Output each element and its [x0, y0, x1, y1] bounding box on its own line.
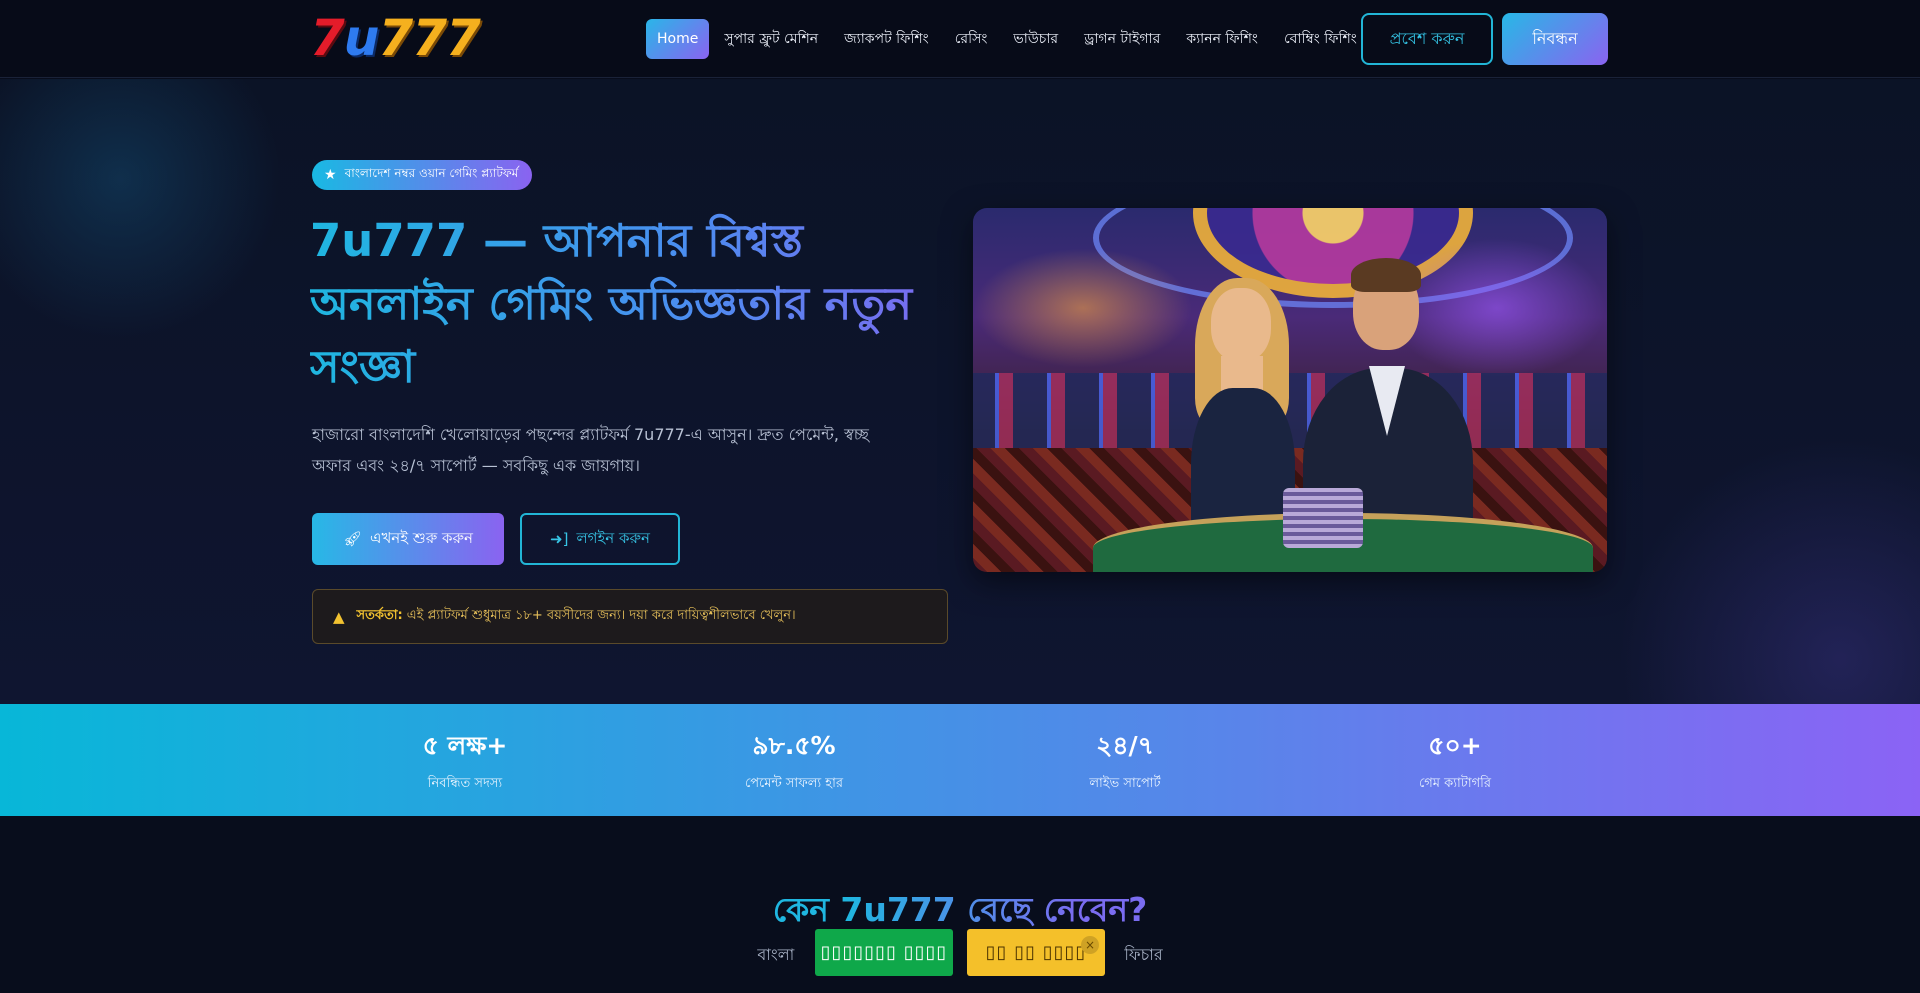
site-logo[interactable]: 7u777: [310, 9, 481, 67]
why-subtitle-right: ফিচার: [1124, 945, 1163, 964]
start-now-button[interactable]: 🚀︎ এখনই শুরু করুন: [312, 513, 504, 565]
hero-badge: ★ বাংলাদেশ নম্বর ওয়ান গেমিং প্ল্যাটফর্ম: [312, 160, 533, 190]
logo-seven: 7: [310, 9, 345, 67]
main-nav: Home সুপার ফ্রুট মেশিন জ্যাকপট ফিশিং রেস…: [646, 19, 1372, 59]
header-register-button[interactable]: নিবন্ধন: [1502, 13, 1608, 65]
warning-icon: ▲: [333, 607, 345, 626]
stat-label: নিবন্ধিত সদস্য: [427, 776, 503, 791]
stat-label: গেম ক্যাটাগরি: [1418, 776, 1492, 791]
stat-label: লাইভ সাপোর্ট: [1089, 776, 1161, 791]
why-subtitle: বাংলা ফিচার: [0, 942, 1920, 969]
stat-label: পেমেন্ট সাফল্য হার: [744, 776, 844, 791]
hero-login-label: লগইন করুন: [576, 528, 650, 547]
star-icon: ★: [324, 167, 337, 183]
hero-section: ★ বাংলাদেশ নম্বর ওয়ান গেমিং প্ল্যাটফর্ম…: [0, 79, 1920, 704]
warning-text: এই প্ল্যাটফর্ম শুধুমাত্র ১৮+ বয়সীদের জন…: [406, 608, 796, 623]
nav-item-jackpot-fishing[interactable]: জ্যাকপট ফিশিং: [833, 19, 940, 59]
nav-item-cannon-fishing[interactable]: ক্যানন ফিশিং: [1175, 19, 1269, 59]
site-header: 7u777 Home সুপার ফ্রুট মেশিন জ্যাকপট ফিশ…: [0, 0, 1920, 78]
hero-title: 7u777 — আপনার বিশ্বস্ত অনলাইন গেমিং অভিজ…: [310, 209, 930, 398]
close-icon[interactable]: ×: [1081, 936, 1099, 954]
floating-green-button[interactable]: ▯▯▯▯▯▯▯ ▯▯▯▯: [815, 929, 953, 976]
nav-item-bombing-fishing[interactable]: বোম্বিং ফিশিং: [1273, 19, 1368, 59]
sign-in-icon: ➜]: [550, 530, 569, 548]
hero-login-button[interactable]: ➜] লগইন করুন: [520, 513, 680, 565]
age-warning: ▲ সতর্কতা: এই প্ল্যাটফর্ম শুধুমাত্র ১৮+ …: [312, 589, 948, 644]
stats-band: ৫ লক্ষ+ নিবন্ধিত সদস্য ৯৮.৫% পেমেন্ট সাফ…: [0, 704, 1920, 816]
nav-item-home[interactable]: Home: [646, 19, 710, 59]
hero-casino-image: [973, 208, 1607, 572]
hero-subtitle: হাজারো বাংলাদেশি খেলোয়াড়ের পছন্দের প্ল…: [312, 425, 869, 475]
nav-item-racing[interactable]: রেসিং: [944, 19, 999, 59]
why-title: কেন 7u777 বেছে নেবেন?: [0, 884, 1920, 940]
logo-numbers: 777: [378, 9, 480, 67]
hero-badge-text: বাংলাদেশ নম্বর ওয়ান গেমিং প্ল্যাটফর্ম: [344, 166, 519, 180]
nav-item-super-fruit[interactable]: সুপার ফ্রুট মেশিন: [713, 19, 829, 59]
stat-value: ৫ লক্ষ+: [422, 731, 508, 760]
rocket-icon: 🚀︎: [343, 530, 363, 548]
nav-item-dragon-tiger[interactable]: ড্রাগন টাইগার: [1073, 19, 1171, 59]
stat-value: ৫০+: [1428, 731, 1482, 760]
nav-item-voucher[interactable]: ভাউচার: [1002, 19, 1069, 59]
header-login-button[interactable]: প্রবেশ করুন: [1361, 13, 1493, 65]
stat-value: ৯৮.৫%: [752, 731, 836, 760]
stat-value: ২৪/৭: [1096, 731, 1154, 760]
logo-u: u: [343, 9, 380, 67]
warning-label: সতর্কতা:: [356, 608, 403, 623]
start-now-label: এখনই শুরু করুন: [370, 528, 473, 547]
why-subtitle-left: বাংলা: [757, 945, 795, 964]
